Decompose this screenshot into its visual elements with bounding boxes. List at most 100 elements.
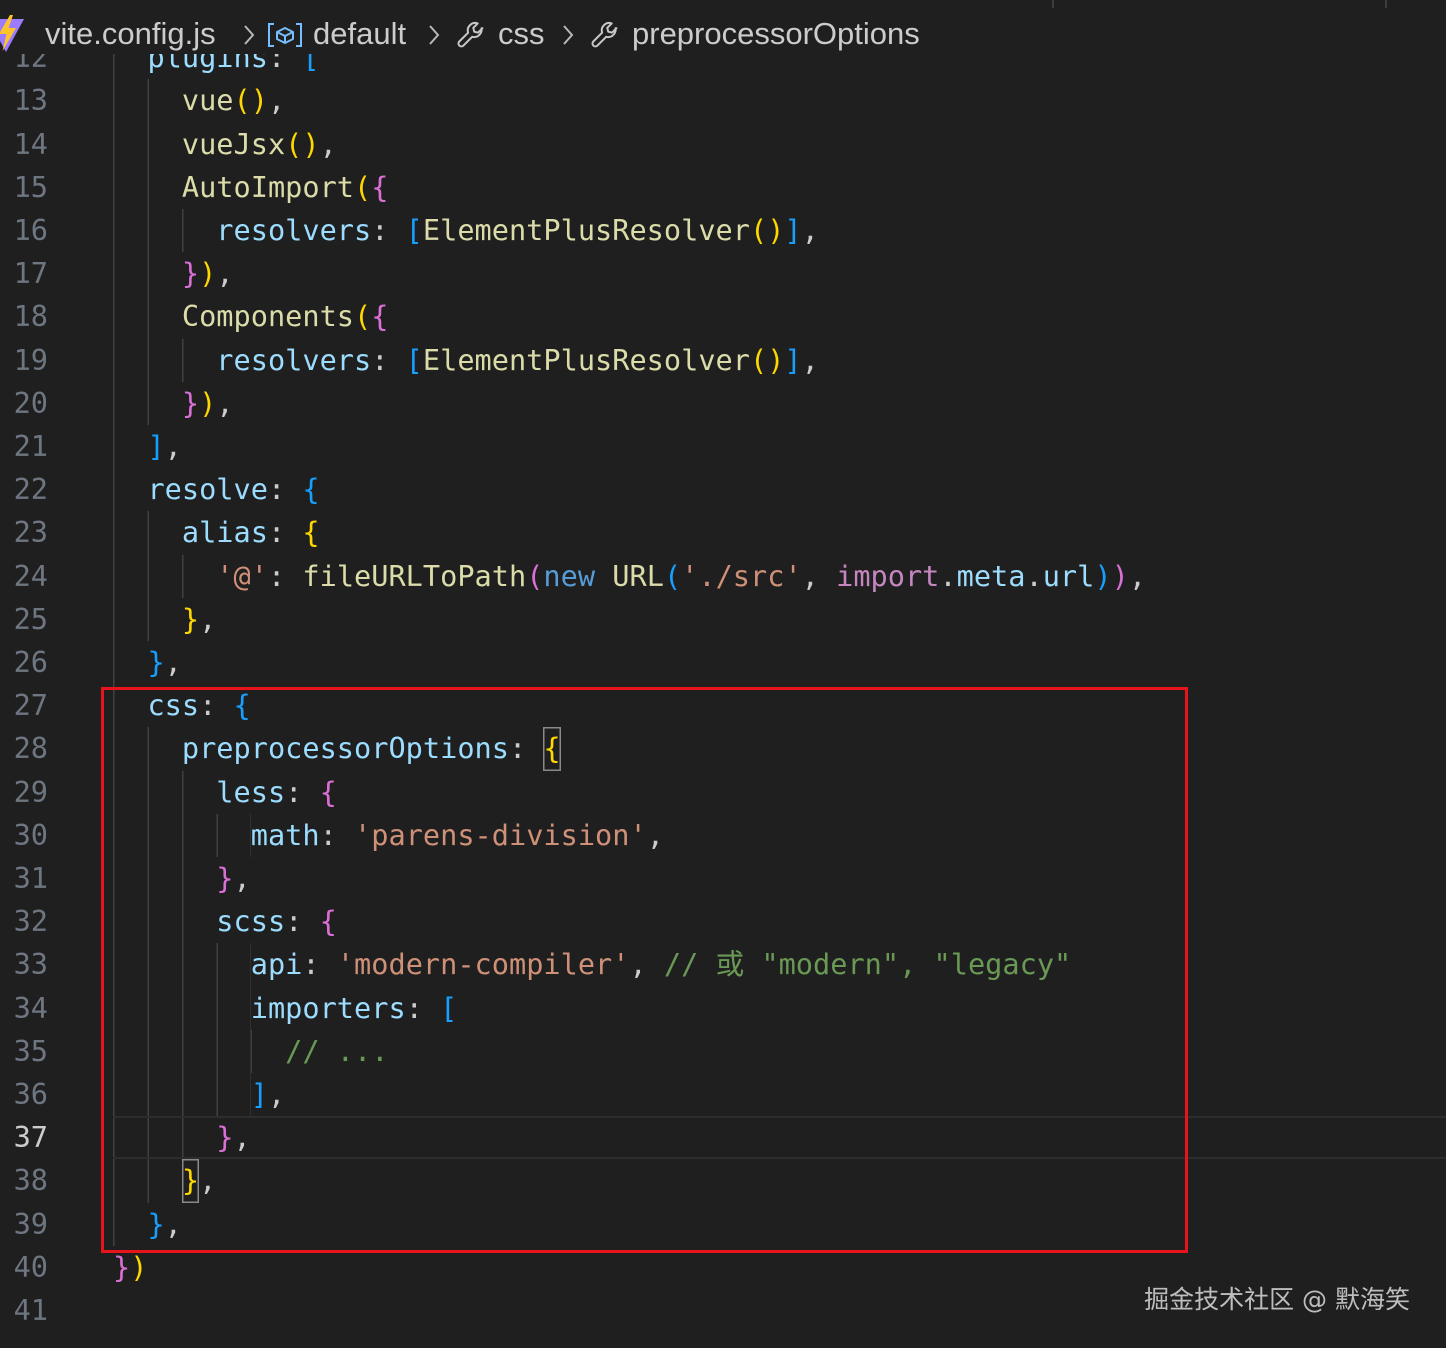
code-token: './src' bbox=[681, 558, 802, 593]
code-line[interactable]: 16 resolvers: [ElementPlusResolver()], bbox=[0, 208, 1446, 253]
line-code: }, bbox=[113, 856, 251, 901]
line-number: 28 bbox=[13, 731, 48, 766]
code-token: , bbox=[646, 817, 664, 852]
indent-guides bbox=[113, 770, 217, 814]
code-token: , bbox=[267, 1076, 286, 1111]
indent-guides bbox=[113, 1072, 251, 1117]
line-code: }), bbox=[113, 381, 234, 425]
line-code: ], bbox=[113, 1072, 286, 1117]
code-line[interactable]: 37 }, bbox=[0, 1116, 1446, 1160]
code-token: : bbox=[285, 774, 320, 809]
code-line[interactable]: 36 ], bbox=[0, 1072, 1446, 1117]
code-line[interactable]: 29 less: { bbox=[0, 770, 1446, 814]
code-token: ElementPlusResolver bbox=[422, 212, 750, 247]
code-editor-window: vite.config.js default css preprocessorO… bbox=[0, 0, 1446, 1348]
code-line[interactable]: 26 }, bbox=[0, 640, 1446, 685]
wrench-icon bbox=[457, 22, 484, 48]
chevron-right-icon bbox=[429, 25, 440, 45]
line-number: 31 bbox=[13, 860, 48, 895]
code-token: , bbox=[233, 1120, 251, 1155]
indent-guides bbox=[113, 640, 148, 685]
editor-text-area[interactable]: 12 plugins: [13 vue(), 14 vueJsx(), 15 Aut… bbox=[0, 36, 1446, 1348]
line-code: // ... bbox=[113, 1029, 388, 1073]
line-number: 17 bbox=[13, 256, 48, 291]
line-number: 25 bbox=[13, 601, 48, 636]
code-line[interactable]: 15 AutoImport({ bbox=[0, 165, 1446, 209]
breadcrumb-item-css[interactable]: css bbox=[498, 14, 545, 54]
code-token: 'modern-compiler' bbox=[336, 947, 630, 982]
code-line[interactable]: 33 api: 'modern-compiler', // 或 "modern"… bbox=[0, 943, 1446, 987]
code-token: [ bbox=[405, 212, 423, 247]
code-line[interactable]: 30 math: 'parens-division', bbox=[0, 813, 1446, 857]
code-line[interactable]: 32 scss: { bbox=[0, 900, 1446, 944]
code-line[interactable]: 20 }), bbox=[0, 381, 1446, 425]
line-number: 19 bbox=[13, 342, 48, 377]
indent-guides bbox=[113, 338, 217, 382]
code-line[interactable]: 31 }, bbox=[0, 856, 1446, 901]
code-token: css bbox=[147, 688, 200, 723]
code-token: { bbox=[319, 774, 337, 809]
code-token: : bbox=[508, 731, 544, 766]
code-token: [ bbox=[440, 990, 458, 1025]
code-token: : bbox=[319, 817, 355, 852]
code-line[interactable]: 35 // ... bbox=[0, 1029, 1446, 1073]
code-token: , bbox=[801, 342, 819, 377]
line-number: 39 bbox=[13, 1206, 48, 1241]
code-token: preprocessorOptions bbox=[181, 731, 509, 766]
code-token: } bbox=[147, 644, 165, 679]
breadcrumb-item-default[interactable]: default bbox=[313, 14, 406, 54]
code-token: ] bbox=[784, 342, 802, 377]
line-code: less: { bbox=[113, 770, 337, 814]
code-line[interactable]: 27 css: { bbox=[0, 684, 1446, 728]
code-token: url bbox=[1042, 558, 1095, 593]
code-line[interactable]: 23 alias: { bbox=[0, 511, 1446, 555]
code-token: ] bbox=[784, 212, 802, 247]
code-token: // 或 "modern", "legacy" bbox=[663, 947, 1072, 982]
indent-guides bbox=[113, 813, 251, 857]
code-token: , bbox=[216, 256, 234, 291]
code-line[interactable]: 14 vueJsx(), bbox=[0, 122, 1446, 166]
indent-guides bbox=[113, 208, 217, 253]
line-code: math: 'parens-division', bbox=[113, 813, 664, 857]
line-code: AutoImport({ bbox=[113, 165, 388, 209]
code-token: { bbox=[302, 515, 320, 550]
line-code: resolvers: [ElementPlusResolver()], bbox=[113, 338, 819, 382]
code-token: () bbox=[285, 126, 320, 161]
code-token: alias bbox=[181, 515, 268, 550]
code-token: : bbox=[302, 947, 337, 982]
code-line[interactable]: 19 resolvers: [ElementPlusResolver()], bbox=[0, 338, 1446, 382]
code-line[interactable]: 22 resolve: { bbox=[0, 468, 1446, 512]
breadcrumb-file[interactable]: vite.config.js bbox=[45, 14, 216, 54]
code-token: , bbox=[319, 126, 337, 161]
code-line[interactable]: 18 Components({ bbox=[0, 295, 1446, 339]
code-token: , bbox=[199, 601, 217, 636]
code-line[interactable]: 34 importers: [ bbox=[0, 986, 1446, 1030]
line-code: Components({ bbox=[113, 295, 388, 339]
indent-guides bbox=[113, 943, 251, 987]
line-number: 27 bbox=[13, 688, 48, 723]
code-line[interactable]: 13 vue(), bbox=[0, 79, 1446, 123]
code-token: } bbox=[113, 1249, 131, 1284]
code-token: ] bbox=[250, 1076, 268, 1111]
line-code: }), bbox=[113, 252, 234, 296]
code-line[interactable]: 21 ], bbox=[0, 424, 1446, 469]
line-code: }, bbox=[113, 1159, 216, 1203]
code-line[interactable]: 39 }, bbox=[0, 1202, 1446, 1246]
code-line[interactable]: 25 }, bbox=[0, 597, 1446, 641]
code-token: : bbox=[371, 342, 406, 377]
code-token: resolvers bbox=[216, 212, 372, 247]
code-token: new bbox=[543, 558, 596, 593]
code-token: ) bbox=[130, 1249, 148, 1284]
matched-bracket: } bbox=[182, 1159, 199, 1202]
chevron-right-icon bbox=[244, 25, 255, 45]
code-line[interactable]: 17 }), bbox=[0, 252, 1446, 296]
code-line[interactable]: 24 '@': fileURLToPath(new URL('./src', i… bbox=[0, 554, 1446, 598]
code-line[interactable]: 28 preprocessorOptions: { bbox=[0, 727, 1446, 771]
code-token: . bbox=[1025, 558, 1043, 593]
code-token: less bbox=[216, 774, 286, 809]
code-line[interactable]: 38 }, bbox=[0, 1159, 1446, 1203]
breadcrumb-item-preprocessoroptions[interactable]: preprocessorOptions bbox=[632, 14, 920, 54]
line-number: 16 bbox=[13, 212, 48, 247]
watermark: 掘金技术社区 @ 默海笑 bbox=[1144, 1285, 1410, 1314]
